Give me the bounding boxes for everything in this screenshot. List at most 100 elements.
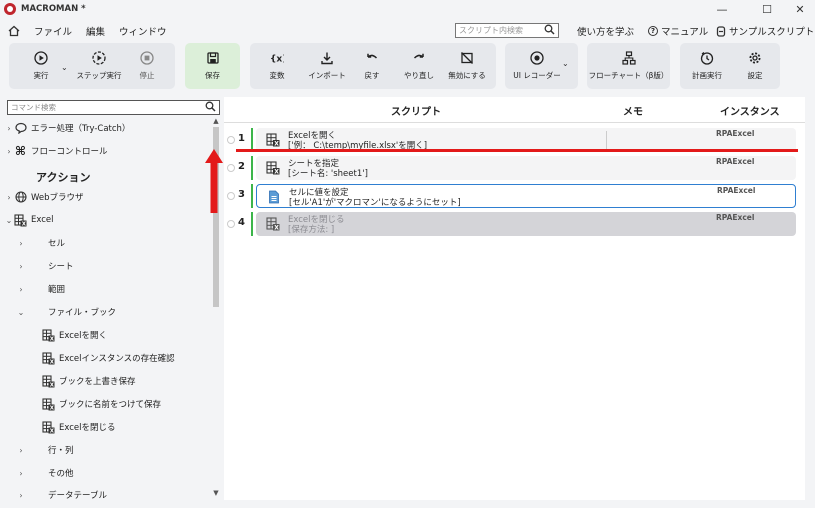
tree-item-range[interactable]: › 範囲 xyxy=(16,279,65,299)
command-panel: コマンド検索 › エラー処理（Try-Catch） › ⌘ フローコントロール … xyxy=(0,97,222,501)
chevron-right-icon: › xyxy=(19,238,23,248)
svg-text:X: X xyxy=(274,140,279,147)
step-handle-icon[interactable] xyxy=(227,220,235,228)
tree-item-excel[interactable]: ⌄ X Excel xyxy=(4,210,54,230)
play-icon xyxy=(34,51,48,65)
run-button[interactable]: 実行 xyxy=(17,43,65,89)
search-icon[interactable] xyxy=(544,24,555,39)
import-icon xyxy=(321,52,333,65)
column-header-memo: メモ xyxy=(623,107,643,118)
command-save-as[interactable]: X ブックに名前をつけて保存 xyxy=(42,394,161,414)
chevron-right-icon: › xyxy=(19,445,23,455)
step-card-selected[interactable]: セルに値を設定 [セル'A1'が'マクロマン'になるようにセット] RPAExc… xyxy=(256,184,796,208)
home-icon[interactable] xyxy=(8,25,20,37)
ui-recorder-button[interactable]: UI レコーダー xyxy=(509,43,565,89)
learn-link[interactable]: 使い方を学ぶ xyxy=(577,24,634,38)
step-number: 2 xyxy=(238,161,245,172)
save-icon xyxy=(206,52,219,64)
step-detail: [シート名: 'sheet1'] xyxy=(288,169,368,179)
tree-item-data-table[interactable]: › データテーブル xyxy=(16,485,107,505)
excel-icon: X xyxy=(42,351,55,365)
save-button-inner[interactable]: 保存 xyxy=(185,43,240,89)
run-dropdown-chevron-icon[interactable]: ⌄ xyxy=(61,63,68,72)
tree-item-web-browser[interactable]: › Webブラウザ xyxy=(4,187,84,207)
title-bar: MACROMAN * — ☐ ✕ xyxy=(0,0,815,18)
flowchart-button[interactable]: フローチャート（β版） xyxy=(587,43,670,89)
step-instance: RPAExcel xyxy=(717,186,756,195)
schedule-button[interactable]: 計画実行 xyxy=(682,43,732,89)
undo-button[interactable]: 戻す xyxy=(352,43,392,89)
disable-button[interactable]: 無効にする xyxy=(442,43,492,89)
script-step-2[interactable]: 2 X シートを指定 [シート名: 'sheet1'] RPAExcel xyxy=(224,155,805,181)
script-search-input[interactable]: スクリプト内検索 xyxy=(455,23,559,38)
command-close-excel[interactable]: X Excelを閉じる xyxy=(42,417,116,437)
step-run-label: ステップ実行 xyxy=(76,71,122,80)
variables-button[interactable]: {x} 変数 xyxy=(252,43,302,89)
samples-link[interactable]: サンプルスクリプト xyxy=(716,24,814,38)
settings-button[interactable]: 設定 xyxy=(732,43,778,89)
command-check-instance[interactable]: X Excelインスタンスの存在確認 xyxy=(42,348,175,368)
scroll-down-arrow-icon[interactable]: ▼ xyxy=(211,489,221,497)
flowchart-button-inner[interactable]: フローチャート（β版） xyxy=(587,43,670,89)
speech-bubble-icon xyxy=(14,122,27,135)
tree-item-error-handling[interactable]: › エラー処理（Try-Catch） xyxy=(4,118,130,138)
command-overwrite-save[interactable]: X ブックを上書き保存 xyxy=(42,371,136,391)
stop-button[interactable]: 停止 xyxy=(127,43,167,89)
command-search-input[interactable]: コマンド検索 xyxy=(7,100,220,115)
import-button[interactable]: インポート xyxy=(302,43,352,89)
step-number: 1 xyxy=(238,133,245,144)
step-number: 3 xyxy=(238,189,245,200)
step-handle-icon[interactable] xyxy=(227,192,235,200)
svg-text:X: X xyxy=(50,382,55,388)
tree-item-file-book[interactable]: ⌄ ファイル・ブック xyxy=(16,302,116,322)
excel-icon: X xyxy=(42,328,55,342)
minimize-button[interactable]: — xyxy=(707,0,737,18)
learn-label: 使い方を学ぶ xyxy=(577,27,635,38)
maximize-button[interactable]: ☐ xyxy=(752,0,782,18)
samples-label: サンプルスクリプト xyxy=(729,27,815,38)
tree-item-others[interactable]: › その他 xyxy=(16,463,74,483)
step-status-bar xyxy=(251,184,253,208)
timer-icon xyxy=(700,51,714,65)
chevron-right-icon: › xyxy=(7,146,11,156)
close-button[interactable]: ✕ xyxy=(785,0,815,18)
tree-item-row-col[interactable]: › 行・列 xyxy=(16,440,73,460)
tree-item-cell[interactable]: › セル xyxy=(16,233,65,253)
recorder-dropdown-chevron-icon[interactable]: ⌄ xyxy=(562,59,569,68)
script-step-3[interactable]: 3 セルに値を設定 [セル'A1'が'マクロマン'になるようにセット] RPAE… xyxy=(224,183,805,209)
script-step-4[interactable]: 4 X Excelを閉じる [保存方法: ] RPAExcel xyxy=(224,211,805,237)
scroll-up-arrow-icon[interactable]: ▲ xyxy=(211,117,221,125)
tree-label: エラー処理（Try-Catch） xyxy=(31,124,131,134)
menu-edit[interactable]: 編集 xyxy=(86,24,105,38)
svg-text:{x}: {x} xyxy=(270,55,284,65)
tree-item-sheet[interactable]: › シート xyxy=(16,256,73,276)
document-icon xyxy=(269,190,279,204)
annotation-red-line xyxy=(236,149,798,152)
save-button[interactable]: 保存 xyxy=(185,43,240,89)
tree-label: その他 xyxy=(48,469,74,479)
help-circle-icon: ? xyxy=(648,26,658,36)
step-card-disabled[interactable]: X Excelを閉じる [保存方法: ] RPAExcel xyxy=(256,212,796,236)
command-open-excel[interactable]: X Excelを開く xyxy=(42,325,107,345)
redo-label: やり直し xyxy=(404,71,434,80)
menu-file[interactable]: ファイル xyxy=(34,24,72,38)
menu-window[interactable]: ウィンドウ xyxy=(119,24,167,38)
step-detail: [保存方法: ] xyxy=(288,225,335,235)
step-card[interactable]: X シートを指定 [シート名: 'sheet1'] RPAExcel xyxy=(256,156,796,180)
app-logo-icon xyxy=(4,3,16,15)
redo-button[interactable]: やり直し xyxy=(396,43,442,89)
manual-link[interactable]: ? マニュアル xyxy=(648,24,708,38)
script-search-placeholder: スクリプト内検索 xyxy=(459,26,523,35)
edit-toolbar-group: {x} 変数 インポート 戻す やり直し 無効にする xyxy=(250,43,496,89)
disable-label: 無効にする xyxy=(448,71,486,80)
step-handle-icon[interactable] xyxy=(227,136,235,144)
chevron-down-icon: ⌄ xyxy=(5,215,13,225)
step-run-button[interactable]: ステップ実行 xyxy=(73,43,125,89)
step-handle-icon[interactable] xyxy=(227,164,235,172)
command-search-icon[interactable] xyxy=(205,101,216,116)
svg-text:X: X xyxy=(274,168,279,175)
actions-heading: アクション xyxy=(36,171,91,184)
annotation-red-arrow-icon xyxy=(205,149,223,213)
flowchart-label: フローチャート（β版） xyxy=(588,71,669,80)
tree-item-flow-control[interactable]: › ⌘ フローコントロール xyxy=(4,141,107,161)
